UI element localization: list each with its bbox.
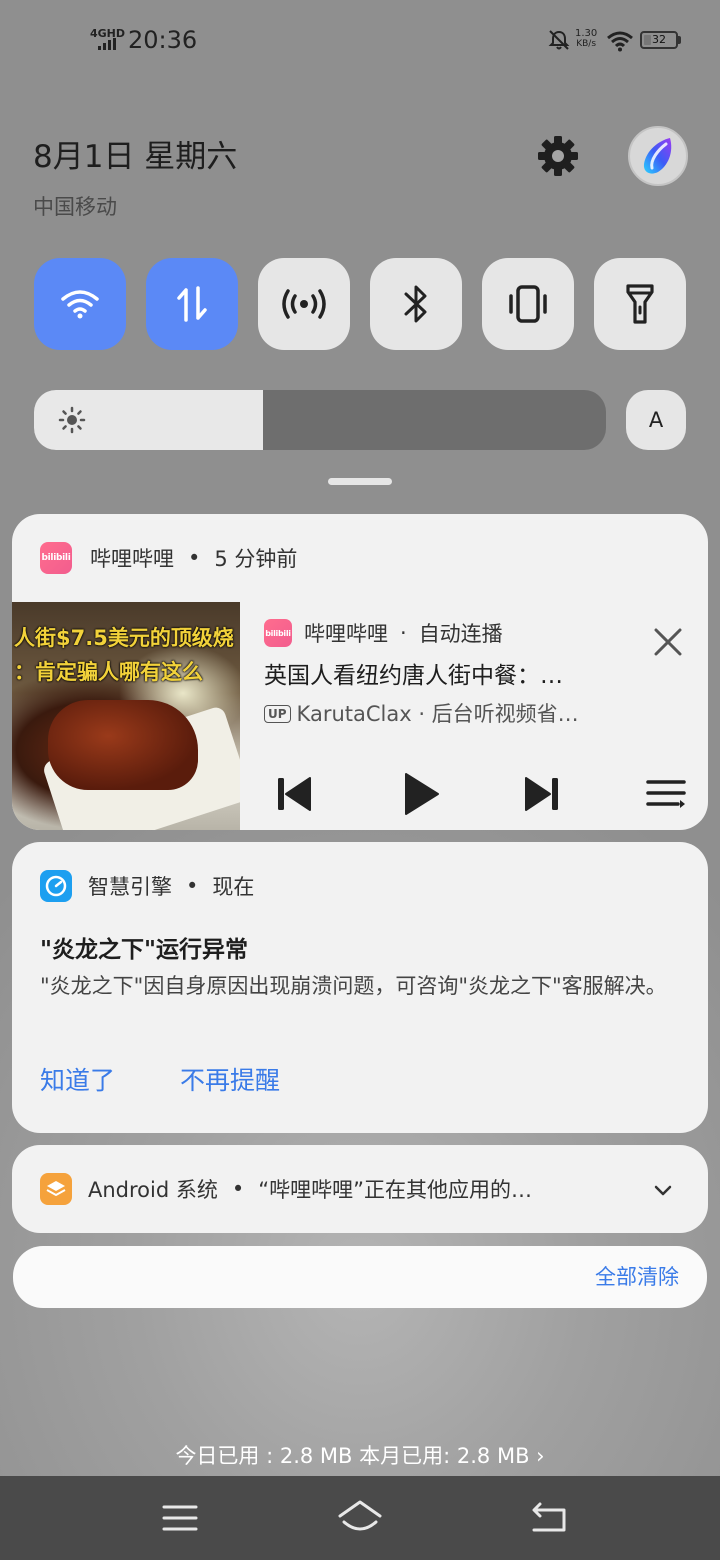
panel-drag-handle[interactable] [328,478,392,485]
thumbnail-caption-line-2: ：肯定骗人哪有这么 [14,660,203,684]
bilibili-small-icon: bilibili [264,619,292,647]
close-icon[interactable] [648,622,688,662]
media-app-name: 哔哩哔哩 [304,622,388,646]
notification-header: bilibili 哔哩哔哩 • 5 分钟前 [40,542,297,574]
separator-dot: • [188,546,201,570]
separator-dot: · [400,621,407,645]
mobile-data-icon [177,286,207,322]
hotspot-icon [282,289,326,319]
dont-remind-button[interactable]: 不再提醒 [180,1064,280,1098]
battery-tip [678,36,681,44]
bluetooth-toggle[interactable] [370,258,462,350]
wifi-icon [61,290,99,319]
theme-shortcut-button[interactable] [628,126,688,186]
chevron-down-icon[interactable] [652,1179,674,1201]
battery-icon: 32 [640,31,678,49]
smart-engine-app-icon [40,870,72,902]
notifications-muted-icon [548,30,570,50]
status-bar: 4GHD 20:36 1.30 KB/s 32 [0,0,720,80]
notification-time: 现在 [212,875,255,899]
menu-icon[interactable] [158,1496,202,1540]
video-thumbnail[interactable]: 人街$7.5美元的顶级烧 ：肯定骗人哪有这么 [12,602,240,830]
layers-icon [46,1181,66,1196]
home-icon[interactable] [336,1496,384,1540]
got-it-button[interactable]: 知道了 [40,1064,115,1098]
notification-summary: “哔哩哔哩”正在其他应用的… [258,1178,533,1202]
playlist-icon[interactable] [642,770,690,818]
clock: 20:36 [128,26,198,54]
flashlight-toggle[interactable] [594,258,686,350]
wifi-toggle[interactable] [34,258,126,350]
media-subtitle: UP KarutaClax · 后台听视频省… [264,700,624,728]
notification-app-name: Android 系统 [88,1178,218,1202]
separator-dot: • [186,874,199,898]
network-speed: 1.30 KB/s [575,28,597,50]
smart-engine-notification[interactable]: 智慧引擎 • 现在 "炎龙之下"运行异常 "炎龙之下"因自身原因出现崩溃问题，可… [12,842,708,1133]
notification-app-name: 智慧引擎 [88,875,172,899]
previous-track-icon[interactable] [270,770,318,818]
media-uploader-text: KarutaClax · 后台听视频省… [296,702,579,726]
mobile-data-toggle[interactable] [146,258,238,350]
next-track-icon[interactable] [518,770,566,818]
speedometer-icon [45,875,67,897]
hotspot-toggle[interactable] [258,258,350,350]
network-speed-unit: KB/s [576,39,597,49]
vibrate-icon [509,285,547,323]
up-badge: UP [264,705,291,723]
wifi-status-icon [607,31,633,52]
bilibili-small-icon-text: bilibili [265,628,291,638]
carrier-name: 中国移动 [33,195,117,219]
network-speed-value: 1.30 [575,28,598,39]
brightness-sun-icon [58,406,86,434]
thumbnail-food [48,700,198,790]
notification-time: 5 分钟前 [214,547,298,571]
signal-icon [98,38,116,50]
bilibili-app-icon: bilibili [40,542,72,574]
thumbnail-caption-line-1: 人街$7.5美元的顶级烧 [14,626,234,650]
navigation-bar [0,1476,720,1560]
play-icon[interactable] [396,770,444,818]
clear-all-bar: 全部清除 [13,1246,707,1308]
bilibili-icon-text: bilibili [41,553,71,563]
android-system-notification[interactable]: Android 系统 • “哔哩哔哩”正在其他应用的… [12,1145,708,1233]
settings-gear-icon[interactable] [534,132,582,180]
brightness-slider[interactable] [34,390,606,450]
data-usage-link[interactable]: 今日已用 : 2.8 MB 本月已用: 2.8 MB › [0,1440,720,1472]
clear-all-button[interactable]: 全部清除 [595,1262,679,1292]
notification-title: "炎龙之下"运行异常 [40,937,248,963]
android-system-app-icon [40,1173,72,1205]
battery-level: 32 [652,33,666,46]
vibrate-toggle[interactable] [482,258,574,350]
notification-app-name: 哔哩哔哩 [90,547,174,571]
notification-body: "炎龙之下"因自身原因出现崩溃问题，可咨询"炎龙之下"客服解决。 [40,974,667,998]
notification-header: Android 系统 • “哔哩哔哩”正在其他应用的… [40,1173,640,1205]
flashlight-icon [626,284,654,324]
separator-dot: • [231,1177,245,1201]
bilibili-notification[interactable]: bilibili 哔哩哔哩 • 5 分钟前 人街$7.5美元的顶级烧 ：肯定骗人… [12,514,708,830]
media-source-row: bilibili 哔哩哔哩 · 自动连播 [264,618,503,648]
media-title: 英国人看纽约唐人街中餐：… [264,663,563,689]
notification-header: 智慧引擎 • 现在 [40,870,254,902]
auto-brightness-button[interactable]: A [626,390,686,450]
theme-droplet-icon [643,138,672,174]
media-mode: 自动连播 [418,622,503,646]
back-icon[interactable] [526,1496,570,1540]
bluetooth-icon [404,285,427,323]
date-text[interactable]: 8月1日 星期六 [33,136,237,178]
